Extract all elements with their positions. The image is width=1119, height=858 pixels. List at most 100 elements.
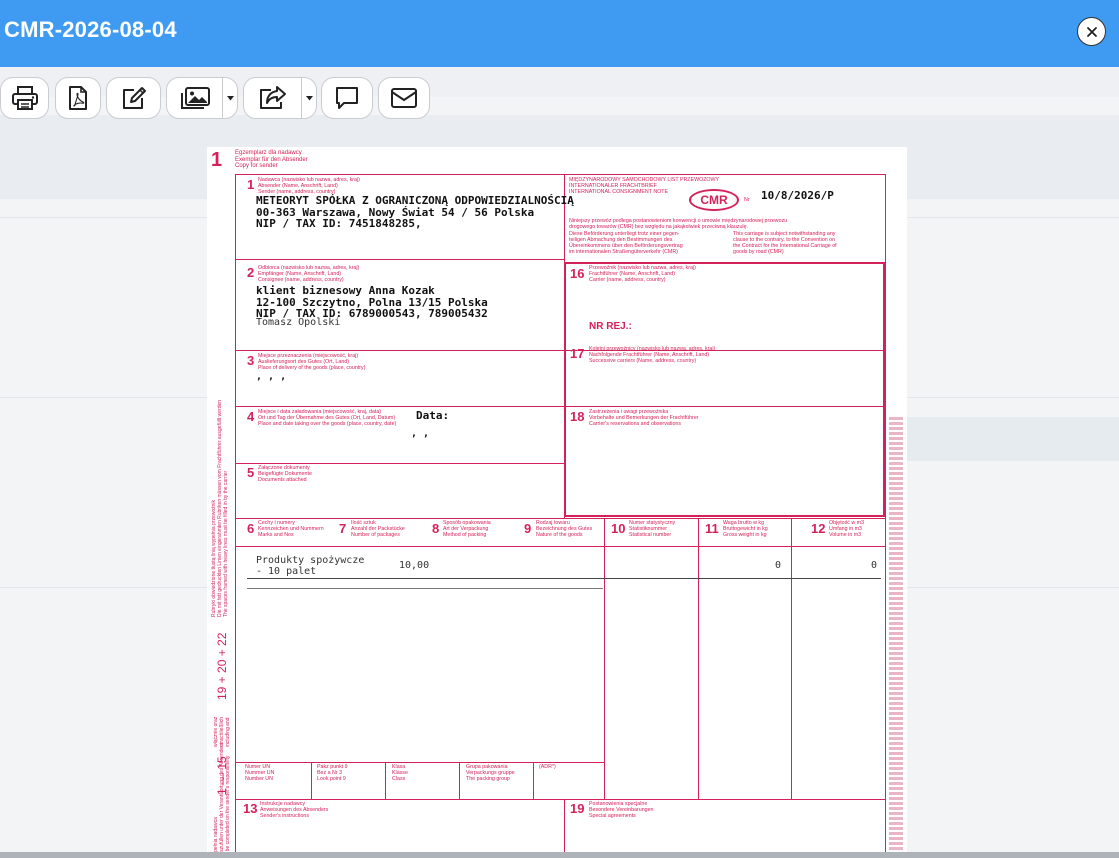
form-divider [566, 406, 883, 407]
form-divider [235, 350, 565, 351]
edit-icon [122, 87, 146, 109]
box-17-number: 17 [570, 346, 585, 361]
cmr-notice-en: This carriage is subject notwithstanding… [733, 231, 837, 255]
goods-weight: 0 [775, 560, 782, 571]
bottom-scrollbar[interactable] [0, 852, 1119, 858]
pdf-button[interactable] [55, 77, 101, 119]
left-margin-note-3: wypełnia nadawca Auszufüllen unter der Ve… [213, 742, 231, 858]
side-range-a: 19 + 20 + 22 [215, 632, 229, 700]
share-dropdown-toggle[interactable] [301, 78, 316, 118]
form-divider [235, 546, 885, 547]
adr-un-label: Numer UN Nummer UN Number UN [245, 764, 275, 782]
consignee-contact: Tomasz Opolski [256, 317, 341, 328]
box-17-label: Kolejni przewoźnicy (nazwisko lub nazwa,… [589, 346, 716, 364]
consignee-address: klient biznesowy Anna Kozak 12-100 Szczyt… [256, 284, 488, 320]
col-11-label: Waga brutto w kg Bruttogewicht in kg Gross… [723, 520, 768, 538]
taking-over-place: , , [411, 428, 430, 439]
copy-number: 1 [211, 149, 223, 171]
col-9-label: Rodzaj towaru Bezeichnung des Gutes Nature… [536, 520, 593, 538]
modal-title: CMR-2026-08-04 [4, 17, 177, 42]
box-13-label: Instrukcje nadawcy Anweisungen des Absend… [260, 801, 329, 819]
box-1-number: 1 [247, 177, 255, 192]
image-dropdown-toggle[interactable] [222, 78, 237, 118]
goods-description: Produkty spożywcze - 10 palet [256, 555, 365, 577]
col-12-label: Objętość w m3 Umfang in m3 Volume in m3 [829, 520, 865, 538]
adr-packing-group-label: Grupa pakowania Verpackungs gruppe The pac… [466, 764, 515, 782]
adr-divider [459, 762, 460, 799]
share-icon [260, 86, 286, 109]
col-11-number: 11 [705, 521, 719, 536]
box-13-number: 13 [243, 801, 258, 816]
box-19-number: 19 [570, 801, 585, 816]
copy-label: Egzemplarz dla nadawcy Exemplar für den A… [235, 150, 308, 169]
adr-label: (ADR*) [539, 764, 556, 770]
image-button[interactable] [166, 77, 238, 119]
form-border [235, 174, 885, 175]
comment-button[interactable] [321, 77, 373, 119]
box-16-number: 16 [570, 266, 585, 281]
cmr-notice-de: Diese Beförderung unterliegt trotz einer… [569, 231, 683, 255]
box-4-number: 4 [247, 409, 255, 424]
right-margin-fine-print [889, 417, 903, 857]
left-margin-note: Rubryki obwiedzione tłustą linią wypełni… [211, 399, 229, 617]
adr-divider [385, 762, 386, 799]
goods-packages: 10,00 [399, 560, 430, 571]
comment-icon [336, 87, 358, 109]
form-border [235, 174, 236, 858]
nr-rej-label: NR REJ.: [589, 321, 632, 332]
goods-row-line [247, 578, 881, 579]
form-divider [235, 463, 565, 464]
close-icon [1086, 26, 1097, 37]
email-button[interactable] [378, 77, 430, 119]
image-icon [181, 87, 210, 109]
col-10-label: Numer statystyczny Statistiknummer Statist… [629, 520, 676, 538]
col-7-label: Ilość sztuk Anzahl der Packstücke Number o… [351, 520, 405, 538]
box-3-label: Miejsce przeznaczenia (miejscowość, kraj… [258, 353, 366, 371]
box-19-label: Postanowienia specjalne Besondere Vereinb… [589, 801, 654, 819]
share-button[interactable] [243, 77, 317, 119]
close-button[interactable] [1077, 17, 1106, 46]
envelope-icon [391, 88, 417, 108]
caret-down-icon [226, 95, 234, 100]
box-5-number: 5 [247, 465, 255, 480]
adr-class-label: Klasa Klasse Class [392, 764, 408, 782]
box-2-label: Odbiorca (nazwisko lub nazwa, adres, kra… [258, 265, 360, 283]
col-8-number: 8 [432, 521, 440, 536]
form-divider [235, 799, 885, 800]
form-border [885, 174, 886, 858]
caret-down-icon [305, 95, 313, 100]
column-divider [604, 518, 605, 799]
col-6-number: 6 [247, 521, 255, 536]
printer-icon [11, 86, 38, 110]
form-divider [564, 799, 565, 858]
cmr-notice-pl: Niniejszy przewóz podlega postanowieniom… [569, 218, 788, 230]
col-12-number: 12 [811, 521, 826, 536]
cmr-logo: CMR [689, 189, 739, 211]
box-1-label: Nadawca (nazwisko lub nazwa, adres, kraj… [258, 177, 360, 195]
box-18-number: 18 [570, 409, 585, 424]
adr-point-label: Pakz punkt 9 Bez a Nr 3 Look point 9 [317, 764, 348, 782]
form-divider [235, 259, 565, 260]
sender-address: METEORYT SPÓŁKA Z OGRANICZONĄ ODPOWIEDZI… [256, 194, 574, 230]
col-7-number: 7 [339, 521, 347, 536]
adr-divider [311, 762, 312, 799]
column-divider [791, 518, 792, 799]
form-divider [235, 406, 565, 407]
date-label: Data: [416, 409, 450, 422]
col-8-label: Sposób opakowania Art der Verpackung Metho… [443, 520, 491, 538]
box-18-label: Zastrzeżenia i uwagi przewoźnika Vorbehal… [589, 409, 699, 427]
form-divider [235, 762, 605, 763]
box-4-label: Miejsce i data załadowania (miejscowość,… [258, 409, 397, 427]
print-button[interactable] [0, 77, 49, 119]
col-10-number: 10 [611, 521, 626, 536]
carrier-box [564, 262, 885, 517]
delivery-place: , , , [256, 371, 287, 382]
box-2-number: 2 [247, 265, 255, 280]
edit-button[interactable] [106, 77, 161, 119]
pdf-file-icon [69, 86, 87, 110]
col-9-number: 9 [524, 521, 532, 536]
goods-volume: 0 [871, 560, 878, 571]
adr-divider [533, 762, 534, 799]
background-row [905, 417, 1119, 461]
cmr-nr-label: Nr [744, 197, 750, 203]
